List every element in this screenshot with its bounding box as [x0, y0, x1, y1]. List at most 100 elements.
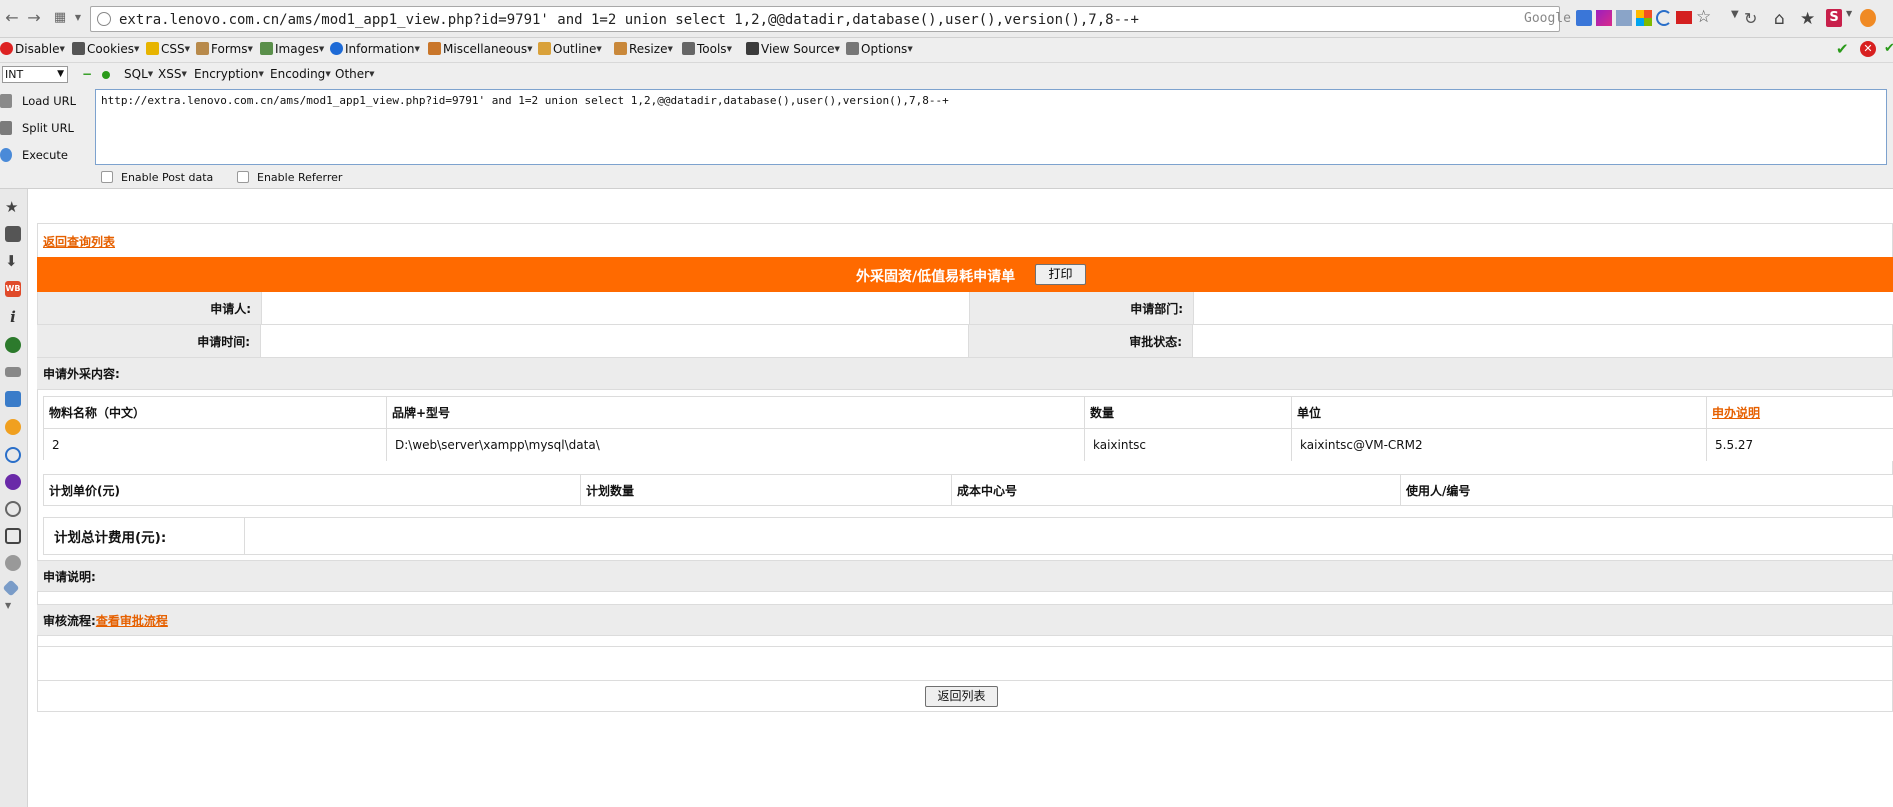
resize-label: Resize	[629, 42, 668, 56]
css-menu[interactable]: CSS▼	[146, 42, 190, 56]
pdf-icon[interactable]	[1616, 10, 1632, 26]
addon-bar-icon[interactable]	[1860, 9, 1876, 27]
download-icon[interactable]: ⬇	[5, 253, 21, 269]
view-source-menu[interactable]: View Source▼	[746, 42, 840, 56]
globe-icon[interactable]	[5, 337, 21, 353]
total-cost-value	[245, 518, 1893, 554]
load-url-button[interactable]: Load URL	[0, 92, 90, 112]
cookies-icon	[72, 42, 85, 55]
options-menu[interactable]: Options▼	[846, 42, 913, 56]
load-url-icon	[0, 94, 12, 108]
plan-header-row: 计划单价(元) 计划数量 成本中心号 使用人/编号	[44, 475, 1893, 505]
view-source-label: View Source	[761, 42, 835, 56]
enable-referrer-checkbox[interactable]: Enable Referrer	[237, 171, 342, 184]
miscellaneous-menu[interactable]: Miscellaneous▼	[428, 42, 533, 56]
grid-menu-icon[interactable]: ▦	[52, 8, 68, 28]
disable-menu[interactable]: Disable▼	[0, 42, 65, 56]
gear-purple-icon[interactable]	[5, 474, 21, 490]
windows-icon[interactable]	[1636, 10, 1652, 26]
layout-icon[interactable]	[5, 528, 21, 544]
information-menu[interactable]: Information▼	[330, 42, 420, 56]
plan-header-cell: 计划数量	[581, 475, 952, 505]
table-cell: 2	[44, 429, 387, 461]
screen-icon[interactable]	[5, 391, 21, 407]
glasses-icon[interactable]	[5, 367, 21, 377]
load-url-label: Load URL	[22, 94, 77, 108]
xss-menu[interactable]: XSS▼	[158, 67, 187, 81]
approval-status-value	[1193, 325, 1893, 357]
information-label: Information	[345, 42, 415, 56]
moon-icon[interactable]	[1656, 10, 1672, 26]
approval-flow-label: 审核流程:	[43, 613, 96, 628]
chevron-down-icon[interactable]: ▼	[70, 8, 86, 28]
checkbox-box	[237, 171, 249, 183]
tools-menu[interactable]: Tools▼	[682, 42, 732, 56]
bug-icon[interactable]	[5, 419, 21, 435]
address-bar[interactable]: extra.lenovo.com.cn/ams/mod1_app1_view.p…	[90, 6, 1560, 32]
other-menu[interactable]: Other▼	[335, 67, 374, 81]
url-textarea[interactable]: http://extra.lenovo.com.cn/ams/mod1_app1…	[95, 89, 1887, 165]
reload-icon[interactable]: ↻	[1744, 9, 1762, 28]
flag-icon[interactable]	[1676, 11, 1692, 24]
puzzle-icon[interactable]	[5, 226, 21, 242]
view-approval-flow-link[interactable]: 查看审批流程	[96, 612, 168, 629]
star-icon[interactable]: ★	[5, 199, 21, 215]
decrease-icon[interactable]: −	[82, 67, 92, 81]
other-label: Other	[335, 67, 370, 81]
forward-arrow-icon[interactable]: →	[26, 8, 42, 28]
resize-menu[interactable]: Resize▼	[614, 42, 673, 56]
css-icon	[146, 42, 159, 55]
hackbar-panel: Load URL Split URL Execute http://extra.…	[0, 87, 1893, 189]
execute-button[interactable]: Execute	[0, 146, 90, 166]
back-to-list-link[interactable]: 返回查询列表	[43, 233, 115, 250]
home-icon[interactable]: ⌂	[1774, 9, 1792, 29]
bookmark-star-icon[interactable]: ★	[1800, 9, 1818, 29]
enable-post-data-checkbox[interactable]: Enable Post data	[101, 171, 213, 184]
outline-menu[interactable]: Outline▼	[538, 42, 602, 56]
search-engine-label: Google	[1524, 11, 1571, 26]
xss-label: XSS	[158, 67, 182, 81]
department-label: 申请部门:	[970, 292, 1194, 324]
images-label: Images	[275, 42, 319, 56]
search-bar[interactable]: Google ☆	[1524, 6, 1724, 32]
google-icon[interactable]	[1576, 10, 1592, 26]
plan-table: 计划单价(元) 计划数量 成本中心号 使用人/编号	[43, 474, 1893, 506]
encryption-menu[interactable]: Encryption▼	[194, 67, 264, 81]
weibo-icon[interactable]: WB	[5, 281, 21, 297]
sql-menu[interactable]: SQL▼	[124, 67, 153, 81]
extension-s-icon[interactable]: S	[1826, 9, 1842, 27]
url-textarea-text: http://extra.lenovo.com.cn/ams/mod1_app1…	[101, 94, 949, 107]
miscellaneous-label: Miscellaneous	[443, 42, 528, 56]
cookies-menu[interactable]: Cookies▼	[72, 42, 139, 56]
back-arrow-icon[interactable]: ←	[4, 8, 20, 28]
swirl-icon[interactable]	[5, 447, 21, 463]
type-select[interactable]: INT ▼	[2, 66, 68, 83]
images-menu[interactable]: Images▼	[260, 42, 324, 56]
split-url-button[interactable]: Split URL	[0, 119, 90, 139]
items-table: 物料名称（中文） 品牌+型号 数量 单位 申办说明 2 D:\web\serve…	[43, 396, 1893, 461]
url-text[interactable]: extra.lenovo.com.cn/ams/mod1_app1_view.p…	[119, 12, 1139, 28]
items-header-note-link[interactable]: 申办说明	[1707, 397, 1893, 428]
items-header-cell: 物料名称（中文）	[44, 397, 387, 428]
print-button[interactable]: 打印	[1035, 264, 1086, 285]
info-icon[interactable]: i	[5, 309, 21, 325]
back-to-list-button[interactable]: 返回列表	[925, 686, 998, 707]
error-icon[interactable]: ✕	[1860, 41, 1876, 57]
cookies-label: Cookies	[87, 42, 134, 56]
addon-icon[interactable]	[1596, 10, 1612, 26]
information-icon	[330, 42, 343, 55]
encoding-menu[interactable]: Encoding▼	[270, 67, 331, 81]
diamond-icon[interactable]	[2, 579, 20, 597]
forms-menu[interactable]: Forms▼	[196, 42, 253, 56]
divider	[37, 646, 1893, 647]
palette-icon[interactable]	[5, 501, 21, 517]
star-icon[interactable]: ☆	[1696, 7, 1711, 27]
disable-icon	[0, 42, 13, 55]
sphere-icon[interactable]	[5, 555, 21, 571]
increase-icon[interactable]	[102, 71, 110, 79]
department-value	[1194, 292, 1893, 324]
check-icon[interactable]: ✔	[1836, 40, 1849, 58]
forms-icon	[196, 42, 209, 55]
bottom-actions: 返回列表	[37, 680, 1893, 712]
chevron-down-icon[interactable]: ▼	[5, 601, 21, 617]
